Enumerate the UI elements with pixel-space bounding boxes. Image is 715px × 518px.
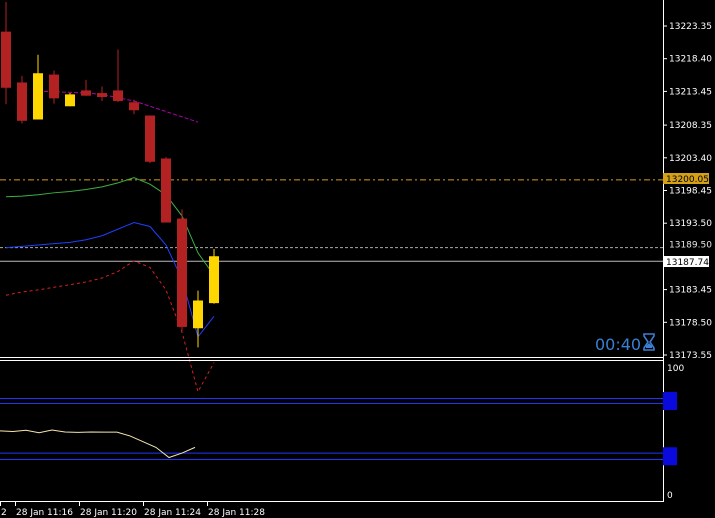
candle-body bbox=[113, 90, 123, 101]
price-tick-label: 13193.50 bbox=[669, 219, 712, 229]
level-marker bbox=[663, 392, 677, 411]
candle-body bbox=[97, 93, 107, 98]
current-price-label: 13187.74 bbox=[663, 256, 709, 268]
level-marker bbox=[663, 447, 677, 466]
price-tick-label: 13203.40 bbox=[669, 154, 712, 164]
time-tick-label: 28 Jan 11:28 bbox=[208, 508, 265, 518]
price-tick-label: 13218.40 bbox=[669, 55, 712, 65]
chart-background bbox=[0, 0, 715, 518]
price-tick-label: 13208.35 bbox=[669, 121, 712, 131]
candle-body bbox=[1, 31, 11, 88]
current-price-text: 13187.74 bbox=[666, 258, 709, 268]
oscillator-tick-label: 100 bbox=[667, 364, 684, 374]
time-tick-label: 28 Jan 11:24 bbox=[144, 508, 201, 518]
candle-body bbox=[177, 218, 187, 327]
price-tick-label: 13223.35 bbox=[669, 22, 712, 32]
price-tick-label: 13173.55 bbox=[669, 351, 712, 361]
candle-body bbox=[193, 300, 203, 329]
alert-price-label: 13200.05 bbox=[663, 173, 709, 185]
price-chart[interactable]: 13223.35 13218.40 13213.45 13208.35 13203.40… bbox=[0, 0, 715, 518]
candle-body bbox=[161, 158, 171, 223]
candle-timer: 00:40 bbox=[595, 335, 641, 354]
price-tick-label: 13213.45 bbox=[669, 87, 712, 97]
candle-body bbox=[209, 256, 219, 304]
candle-body bbox=[49, 74, 59, 99]
oscillator-tick-label: 0 bbox=[667, 491, 673, 501]
price-tick-label: 13183.45 bbox=[669, 286, 712, 296]
alert-price-text: 13200.05 bbox=[666, 175, 709, 185]
candle-body bbox=[81, 90, 91, 96]
candle-body bbox=[129, 102, 139, 111]
time-tick-label: 2 bbox=[1, 508, 7, 518]
candle-body bbox=[17, 82, 27, 121]
candle-body bbox=[33, 73, 43, 120]
price-tick-label: 13178.50 bbox=[669, 318, 712, 328]
time-tick-label: 28 Jan 11:20 bbox=[80, 508, 137, 518]
candle-body bbox=[65, 94, 75, 107]
time-tick-label: 28 Jan 11:16 bbox=[16, 508, 73, 518]
hidden-level-label: 13189.50 bbox=[669, 241, 712, 251]
candle-body bbox=[145, 115, 155, 162]
price-tick-label: 13198.45 bbox=[669, 187, 712, 197]
